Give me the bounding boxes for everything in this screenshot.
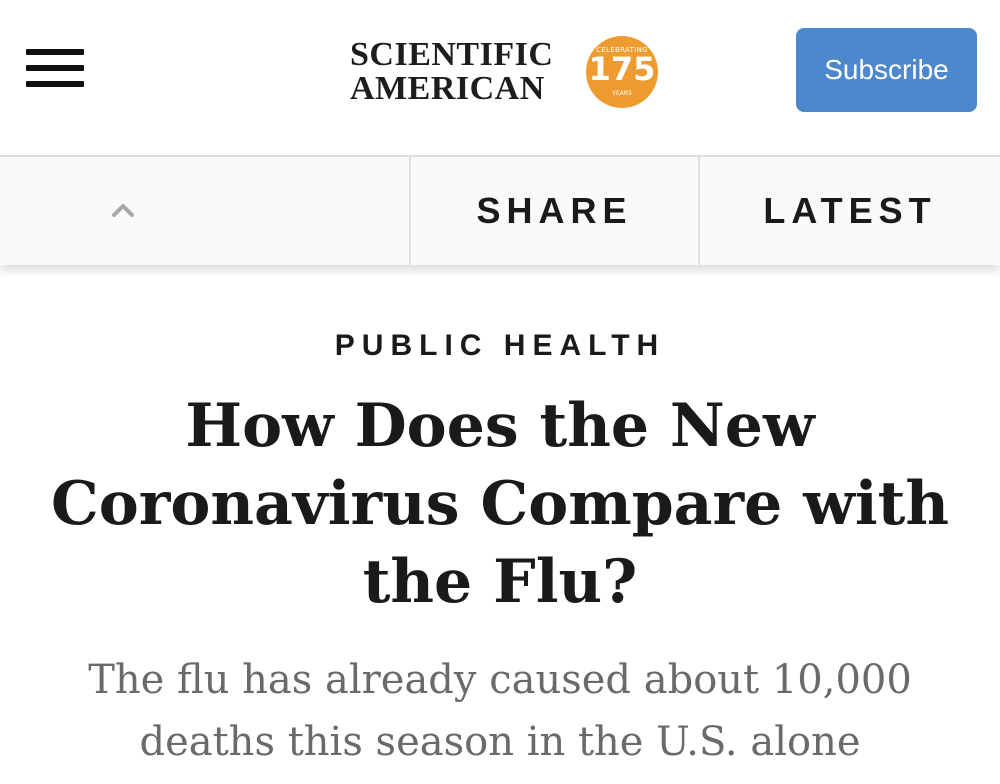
share-button[interactable]: SHARE <box>411 157 700 265</box>
scroll-up-button[interactable] <box>0 157 411 265</box>
menu-bar <box>26 49 84 55</box>
menu-bar <box>26 81 84 87</box>
site-header: SCIENTIFIC AMERICAN CELEBRATING 175 YEAR… <box>0 0 1000 155</box>
logo-line-1: SCIENTIFIC <box>350 36 554 73</box>
latest-button[interactable]: LATEST <box>700 157 1000 265</box>
chevron-up-icon <box>112 204 134 217</box>
site-logo[interactable]: SCIENTIFIC AMERICAN CELEBRATING 175 YEAR… <box>350 36 660 110</box>
article-category[interactable]: PUBLIC HEALTH <box>0 329 1000 363</box>
menu-bar <box>26 65 84 71</box>
anniversary-badge: CELEBRATING 175 YEARS <box>586 36 658 108</box>
hamburger-menu-icon[interactable] <box>26 49 84 87</box>
logo-line-2: AMERICAN <box>350 70 545 107</box>
badge-bottom-text: YEARS <box>612 90 632 97</box>
article-headline: How Does the New Coronavirus Compare wit… <box>50 391 949 617</box>
article-toolbar: SHARE LATEST <box>0 155 1000 265</box>
subscribe-button[interactable]: Subscribe <box>796 28 977 112</box>
badge-number: 175 <box>588 50 656 88</box>
article-subheadline: The flu has already caused about 10,000 … <box>88 657 912 765</box>
